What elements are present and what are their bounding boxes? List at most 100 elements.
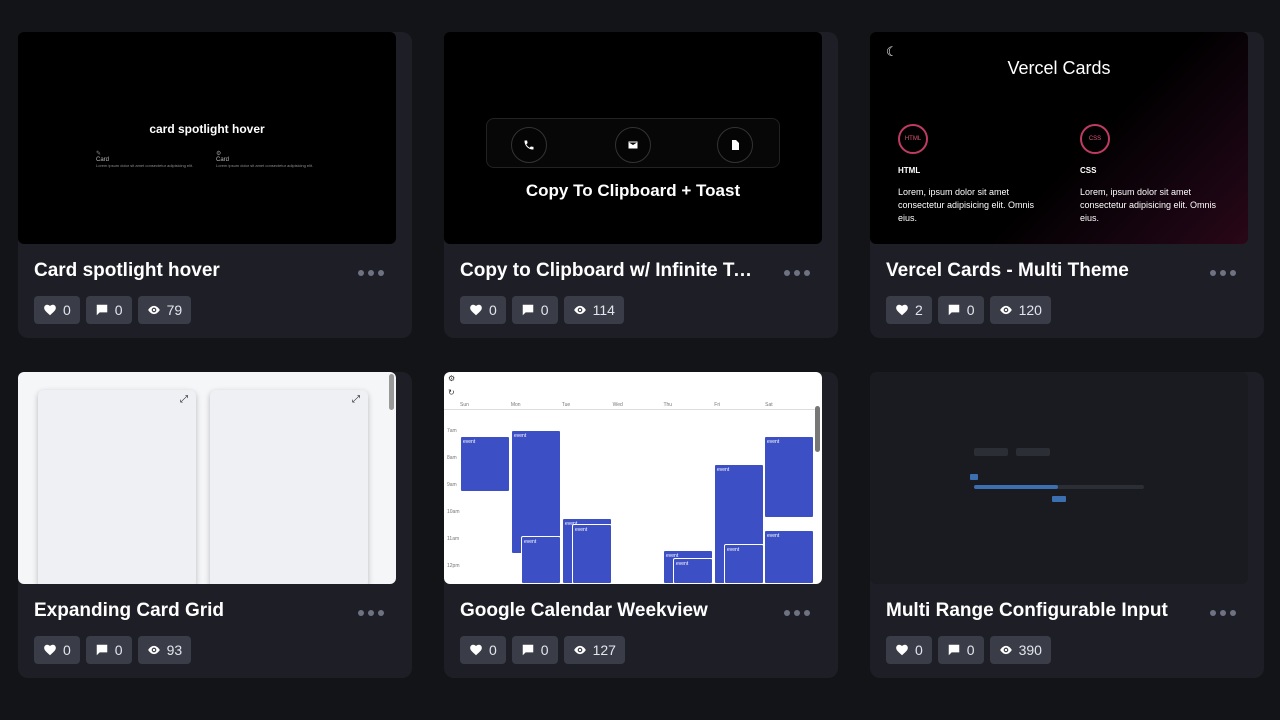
- like-count: 0: [915, 642, 923, 658]
- preview-heading: Copy To Clipboard + Toast: [525, 181, 741, 200]
- calendar-event[interactable]: event: [572, 524, 612, 584]
- pen-title[interactable]: Copy to Clipboard w/ Infinite To...: [460, 260, 760, 282]
- views-button[interactable]: 120: [989, 296, 1051, 324]
- range-input-min[interactable]: [974, 448, 1008, 456]
- heart-icon: [896, 304, 908, 316]
- grid-card[interactable]: ⤢: [210, 390, 368, 584]
- comment-count: 0: [114, 302, 123, 318]
- heart-icon: [470, 644, 482, 656]
- like-button[interactable]: 0: [460, 296, 506, 324]
- views-button[interactable]: 127: [563, 636, 625, 664]
- calendar-event[interactable]: event: [460, 436, 510, 492]
- preview-item: ✎ Card Lorem ipsum dolor sit amet consec…: [96, 150, 206, 168]
- preview-item: CSS CSS Lorem, ipsum dolor sit amet cons…: [1080, 124, 1220, 225]
- preview-item-label: HTML: [898, 166, 921, 175]
- like-button[interactable]: 0: [34, 636, 80, 664]
- calendar-event[interactable]: event: [764, 436, 814, 518]
- card-preview[interactable]: [870, 372, 1248, 584]
- pen-title[interactable]: Google Calendar Weekview: [460, 600, 760, 622]
- comment-button[interactable]: 0: [511, 296, 558, 324]
- comment-count: 0: [540, 302, 549, 318]
- calendar-event[interactable]: event: [764, 530, 814, 584]
- views-button[interactable]: 114: [563, 296, 624, 324]
- comment-button[interactable]: 0: [937, 296, 984, 324]
- document-icon[interactable]: [717, 127, 753, 163]
- pen-card-vercel[interactable]: ☾ Vercel Cards HTML HTML Lorem, ipsum do…: [870, 32, 1264, 338]
- stats-row: 0 0 114: [460, 296, 624, 324]
- like-count: 0: [63, 302, 71, 318]
- pen-card-clipboard[interactable]: Copy To Clipboard + Toast Copy to Clipbo…: [444, 32, 838, 338]
- more-options-button[interactable]: [358, 270, 384, 276]
- pen-title[interactable]: Card spotlight hover: [34, 260, 334, 282]
- more-options-button[interactable]: [358, 610, 384, 616]
- card-preview[interactable]: ☾ Vercel Cards HTML HTML Lorem, ipsum do…: [870, 32, 1248, 244]
- phone-icon[interactable]: [511, 127, 547, 163]
- range-input-max[interactable]: [1016, 448, 1050, 456]
- comment-icon: [948, 644, 960, 656]
- like-button[interactable]: 0: [460, 636, 506, 664]
- comment-count: 0: [114, 642, 123, 658]
- preview-item-text: Lorem ipsum dolor sit amet consectetur a…: [96, 163, 194, 168]
- more-options-button[interactable]: [1210, 610, 1236, 616]
- settings-icon[interactable]: ⚙: [448, 374, 455, 383]
- card-preview[interactable]: Copy To Clipboard + Toast: [444, 32, 822, 244]
- comment-icon: [96, 304, 108, 316]
- time-label: 7am: [447, 428, 457, 434]
- more-options-button[interactable]: [1210, 270, 1236, 276]
- like-count: 0: [489, 302, 497, 318]
- like-button[interactable]: 2: [886, 296, 932, 324]
- preview-heading: card spotlight hover: [149, 122, 265, 136]
- calendar-event[interactable]: event: [724, 544, 764, 584]
- views-button[interactable]: 93: [137, 636, 192, 664]
- more-options-button[interactable]: [784, 270, 810, 276]
- eye-icon: [999, 305, 1012, 315]
- refresh-icon[interactable]: ↻: [448, 388, 455, 397]
- day-label: Tue: [561, 402, 571, 408]
- comment-button[interactable]: 0: [85, 296, 132, 324]
- pen-card-calendar[interactable]: ⚙ ↻ Sun Mon Tue Wed Thu Fri Sat 7am 8am …: [444, 372, 838, 678]
- like-button[interactable]: 0: [34, 296, 80, 324]
- preview-heading: Vercel Cards: [1007, 58, 1111, 78]
- view-count: 93: [166, 642, 183, 658]
- range-handle-max[interactable]: [1052, 496, 1066, 502]
- scrollbar[interactable]: [815, 406, 820, 452]
- like-button[interactable]: 0: [886, 636, 932, 664]
- comment-button[interactable]: 0: [937, 636, 984, 664]
- card-preview[interactable]: ⚙ ↻ Sun Mon Tue Wed Thu Fri Sat 7am 8am …: [444, 372, 822, 584]
- expand-icon[interactable]: ⤢: [180, 394, 188, 405]
- pen-card-multi-range[interactable]: Multi Range Configurable Input 0 0 390: [870, 372, 1264, 678]
- comment-count: 0: [966, 302, 975, 318]
- comment-icon: [948, 304, 960, 316]
- range-handle-min[interactable]: [970, 474, 978, 480]
- more-options-button[interactable]: [784, 610, 810, 616]
- expand-icon[interactable]: ⤢: [352, 394, 360, 405]
- eye-icon: [573, 645, 586, 655]
- comment-icon: [96, 644, 108, 656]
- pen-card-expanding-grid[interactable]: ⤢ ⤢ Expanding Card Grid 0 0 93: [18, 372, 412, 678]
- scrollbar[interactable]: [389, 374, 394, 410]
- preview-item-text: Lorem, ipsum dolor sit amet consectetur …: [1080, 187, 1217, 223]
- eye-icon: [147, 305, 160, 315]
- card-preview[interactable]: ⤢ ⤢: [18, 372, 396, 584]
- grid-card[interactable]: ⤢: [38, 390, 196, 584]
- preview-item-label: CSS: [1080, 166, 1097, 175]
- eye-icon: [147, 645, 160, 655]
- views-button[interactable]: 79: [137, 296, 192, 324]
- comment-count: 0: [966, 642, 975, 658]
- card-preview[interactable]: card spotlight hover ✎ Card Lorem ipsum …: [18, 32, 396, 244]
- comment-button[interactable]: 0: [85, 636, 132, 664]
- pen-title[interactable]: Vercel Cards - Multi Theme: [886, 260, 1186, 282]
- pen-card-spotlight[interactable]: card spotlight hover ✎ Card Lorem ipsum …: [18, 32, 412, 338]
- time-label: 9am: [447, 482, 457, 488]
- comment-icon: [522, 644, 534, 656]
- pen-title[interactable]: Multi Range Configurable Input: [886, 600, 1186, 622]
- calendar-event[interactable]: event: [521, 536, 561, 584]
- calendar-event[interactable]: event: [673, 558, 713, 584]
- like-count: 2: [915, 302, 923, 318]
- comment-button[interactable]: 0: [511, 636, 558, 664]
- pen-title[interactable]: Expanding Card Grid: [34, 600, 334, 622]
- css-badge-icon: CSS: [1080, 124, 1110, 154]
- mail-icon[interactable]: [615, 127, 651, 163]
- html-badge-icon: HTML: [898, 124, 928, 154]
- views-button[interactable]: 390: [989, 636, 1051, 664]
